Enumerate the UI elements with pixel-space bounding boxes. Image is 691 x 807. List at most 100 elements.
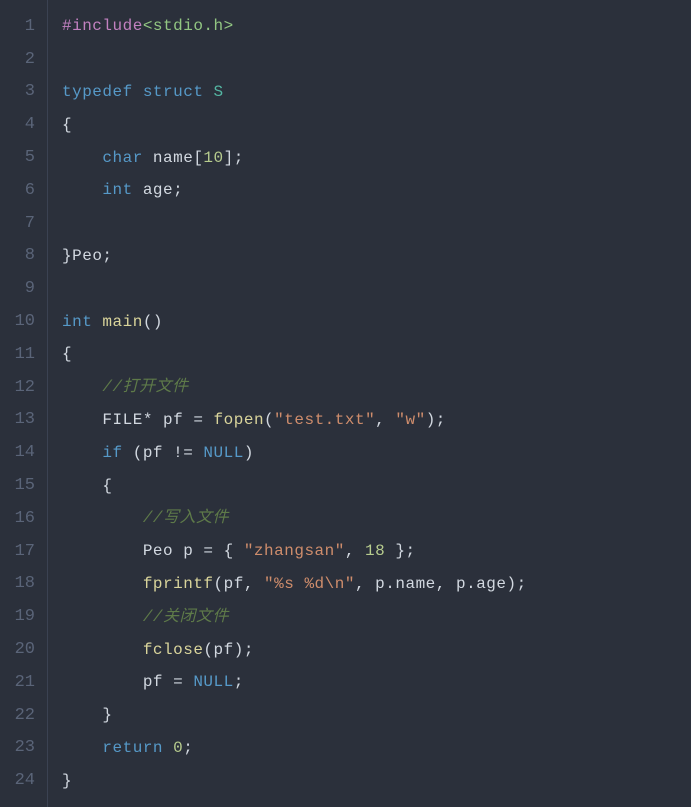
token-comment: //打开文件 xyxy=(102,379,188,395)
token-punct: { xyxy=(62,346,72,362)
token-func: fprintf xyxy=(143,576,214,592)
code-line[interactable]: return 0; xyxy=(62,732,527,765)
line-number: 9 xyxy=(8,272,35,305)
code-line[interactable]: { xyxy=(62,108,527,141)
token-ident xyxy=(62,445,102,461)
code-line[interactable]: //写入文件 xyxy=(62,502,527,535)
code-area[interactable]: #include<stdio.h>typedef struct S{ char … xyxy=(48,0,527,807)
token-ident: (pf != xyxy=(123,445,204,461)
code-line[interactable]: char name[10]; xyxy=(62,141,527,174)
line-number: 15 xyxy=(8,469,35,502)
token-punct: ( xyxy=(264,412,274,428)
code-line[interactable] xyxy=(62,207,527,240)
token-punct: , xyxy=(375,412,395,428)
code-line[interactable]: int age; xyxy=(62,174,527,207)
line-number: 17 xyxy=(8,535,35,568)
token-ident: age; xyxy=(133,182,184,198)
token-ident xyxy=(62,543,143,559)
line-number: 22 xyxy=(8,699,35,732)
code-line[interactable]: { xyxy=(62,469,527,502)
token-ident xyxy=(62,609,143,625)
token-ident xyxy=(62,642,143,658)
token-ident: Peo; xyxy=(72,248,112,264)
token-ident: pf = xyxy=(143,674,194,690)
code-line[interactable]: } xyxy=(62,699,527,732)
code-line[interactable]: //打开文件 xyxy=(62,371,527,404)
token-ident xyxy=(62,182,102,198)
token-ident xyxy=(62,412,102,428)
token-keyword: if xyxy=(102,445,122,461)
token-ident xyxy=(62,707,102,723)
line-number: 20 xyxy=(8,633,35,666)
code-line[interactable]: fprintf(pf, "%s %d\n", p.name, p.age); xyxy=(62,568,527,601)
token-str: "w" xyxy=(395,412,425,428)
code-line[interactable]: #include<stdio.h> xyxy=(62,10,527,43)
line-number: 24 xyxy=(8,764,35,797)
token-punct: (pf); xyxy=(203,642,254,658)
token-ident xyxy=(62,674,143,690)
code-line[interactable]: }Peo; xyxy=(62,240,527,273)
token-type: int xyxy=(102,182,132,198)
token-struct: S xyxy=(214,84,224,100)
token-punct: (pf, xyxy=(214,576,265,592)
line-number: 5 xyxy=(8,141,35,174)
line-number: 13 xyxy=(8,404,35,437)
token-punct: { xyxy=(102,478,112,494)
token-punct: , p.name, p.age); xyxy=(355,576,527,592)
code-line[interactable]: fclose(pf); xyxy=(62,633,527,666)
code-editor: 123456789101112131415161718192021222324 … xyxy=(0,0,691,807)
token-ident xyxy=(62,510,143,526)
line-number: 18 xyxy=(8,568,35,601)
token-punct: , xyxy=(345,543,365,559)
line-number: 2 xyxy=(8,43,35,76)
line-number: 6 xyxy=(8,174,35,207)
code-line[interactable]: //关闭文件 xyxy=(62,600,527,633)
token-keyword: struct xyxy=(143,84,204,100)
token-ident xyxy=(163,740,173,756)
line-number: 11 xyxy=(8,338,35,371)
token-punct: } xyxy=(62,773,72,789)
token-keyword: return xyxy=(102,740,163,756)
code-line[interactable] xyxy=(62,43,527,76)
code-line[interactable]: if (pf != NULL) xyxy=(62,436,527,469)
code-line[interactable]: pf = NULL; xyxy=(62,666,527,699)
token-punct: ); xyxy=(426,412,446,428)
token-angle: <stdio.h> xyxy=(143,18,234,34)
line-number: 19 xyxy=(8,600,35,633)
line-number: 14 xyxy=(8,436,35,469)
code-line[interactable]: typedef struct S xyxy=(62,76,527,109)
token-punct: } xyxy=(62,248,72,264)
line-number: 3 xyxy=(8,76,35,109)
code-line[interactable] xyxy=(62,272,527,305)
token-ident xyxy=(62,478,102,494)
line-number: 23 xyxy=(8,732,35,765)
token-punct: }; xyxy=(385,543,415,559)
token-type: char xyxy=(102,150,142,166)
line-number: 10 xyxy=(8,305,35,338)
token-str: "zhangsan" xyxy=(244,543,345,559)
token-func: main xyxy=(102,314,142,330)
line-number: 1 xyxy=(8,10,35,43)
token-func: fclose xyxy=(143,642,204,658)
token-punct: ) xyxy=(244,445,254,461)
token-ident xyxy=(62,150,102,166)
token-punct: ; xyxy=(234,674,244,690)
code-line[interactable]: } xyxy=(62,764,527,797)
token-type: int xyxy=(62,314,92,330)
line-number: 16 xyxy=(8,502,35,535)
token-punct: ; xyxy=(183,740,193,756)
token-ident xyxy=(203,84,213,100)
code-line[interactable]: FILE* pf = fopen("test.txt", "w"); xyxy=(62,404,527,437)
code-line[interactable]: Peo p = { "zhangsan", 18 }; xyxy=(62,535,527,568)
token-num: 0 xyxy=(173,740,183,756)
token-preproc: #include xyxy=(62,18,143,34)
line-number-gutter: 123456789101112131415161718192021222324 xyxy=(0,0,48,807)
code-line[interactable]: int main() xyxy=(62,305,527,338)
token-ident xyxy=(62,576,143,592)
token-ident: FILE* pf = xyxy=(102,412,213,428)
line-number: 7 xyxy=(8,207,35,240)
line-number: 8 xyxy=(8,240,35,273)
token-comment: //写入文件 xyxy=(143,510,229,526)
token-punct: } xyxy=(102,707,112,723)
code-line[interactable]: { xyxy=(62,338,527,371)
